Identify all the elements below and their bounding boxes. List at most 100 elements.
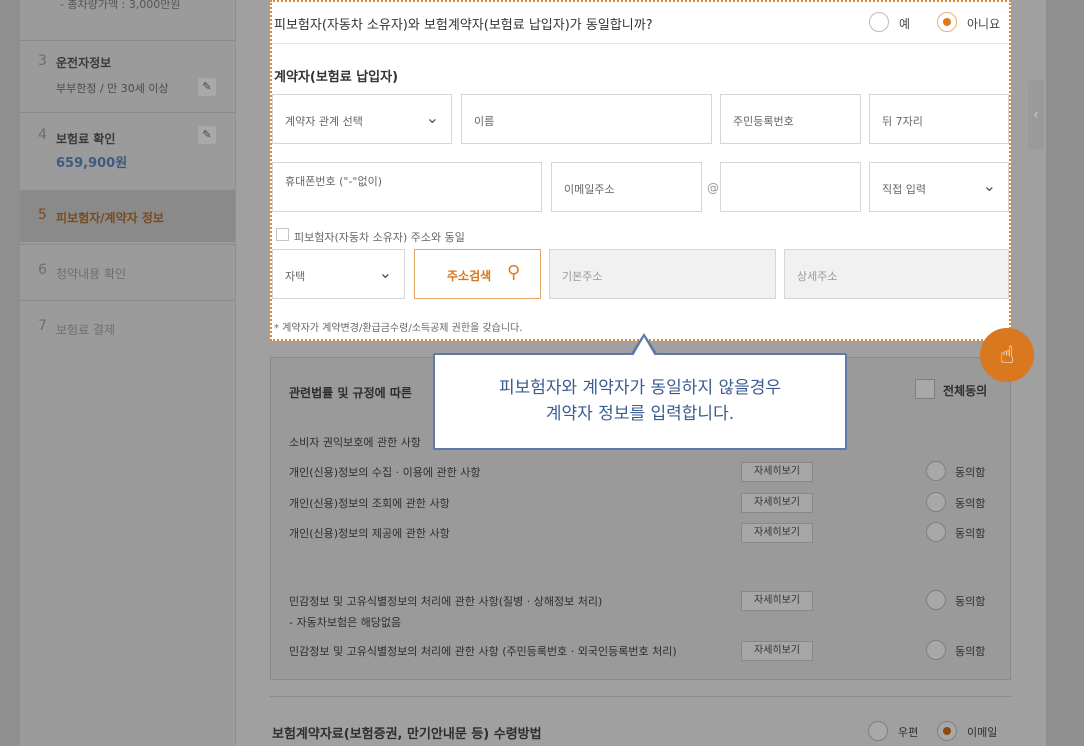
step-title: 보험료 확인 [56,132,116,146]
agree-radio[interactable] [926,461,946,481]
email-domain-select[interactable]: 직접 입력 ⌄ [869,162,1009,212]
agree-label: 동의함 [955,595,986,608]
mobile-input[interactable]: 휴대폰번호 ("-"없이) [272,162,542,212]
consent-item-text: 개인(신용)정보의 수집 · 이용에 관한 사항 [289,466,481,479]
email-domain-input[interactable] [720,162,861,212]
base-address-input[interactable]: 기본주소 [549,249,776,299]
step-title: 보험료 결제 [56,323,116,337]
name-input[interactable]: 이름 [461,94,712,144]
consent-item-text: 개인(신용)정보의 조회에 관한 사항 [289,497,450,510]
email-local-input[interactable]: 이메일주소 [551,162,702,212]
premium-amount: 659,900원 [56,156,128,171]
radio-no-label: 아니요 [967,17,1001,31]
consent-header: 관련법률 및 규정에 따른 [289,386,412,400]
step-title: 청약내용 확인 [56,267,127,281]
receipt-method-row: 보험계약자료(보험증권, 만기안내문 등) 수령방법 우편 이메일 [270,696,1011,746]
rrn-front-input[interactable]: 주민등록번호 [720,94,861,144]
divider [20,300,235,301]
step-premium-check[interactable]: 4 보험료 확인 659,900원 ✎ [20,124,235,184]
step-desc: 부부한정 / 만 30세 이상 [56,82,169,95]
detail-address-placeholder: 상세주소 [797,270,838,283]
rrn-back-input[interactable]: 뒤 7자리 [869,94,1009,144]
agree-radio[interactable] [926,590,946,610]
radio-mail[interactable] [868,721,888,741]
email-placeholder: 이메일주소 [564,183,615,196]
contractor-rights-note: * 계약자가 계약변경/환급금수령/소득공제 권한을 갖습니다. [274,323,523,334]
detail-view-button[interactable]: 자세히보기 [741,462,813,482]
step-number: 6 [38,262,47,278]
same-address-checkbox[interactable] [276,228,289,241]
receipt-method-title: 보험계약자료(보험증권, 만기안내문 등) 수령방법 [272,727,542,742]
step-driver-info[interactable]: 3 운전자정보 부부한정 / 만 30세 이상 ✎ [20,50,235,110]
consent-item-text: 개인(신용)정보의 제공에 관한 사항 [289,527,450,540]
divider [20,244,235,245]
step-number: 3 [38,53,47,69]
chevron-down-icon: ⌄ [378,263,392,282]
radio-email-label: 이메일 [967,726,998,739]
step-title: 운전자정보 [56,56,112,70]
agree-label: 동의함 [955,645,986,658]
detail-address-input[interactable]: 상세주소 [784,249,1009,299]
step-title: 피보험자/계약자 정보 [56,211,164,225]
tooltip-line-2: 계약자 정보를 입력합니다. [545,404,735,424]
consumer-rights-subheader: 소비자 권익보호에 관한 사항 [289,436,421,449]
same-person-question: 피보험자(자동차 소유자)와 보험계약자(보험료 납입자)가 동일합니까? [274,18,653,33]
radio-yes-label: 예 [899,17,911,31]
name-placeholder: 이름 [474,115,495,128]
chevron-down-icon: ⌄ [982,176,996,195]
tooltip-arrow-inner [633,337,655,356]
agree-label: 동의함 [955,466,986,479]
rrn-front-placeholder: 주민등록번호 [733,115,794,128]
step-payment[interactable]: 7 보험료 결제 [20,312,235,348]
divider [20,112,235,113]
agree-radio[interactable] [926,640,946,660]
same-person-question-row: 피보험자(자동차 소유자)와 보험계약자(보험료 납입자)가 동일합니까? 예 … [272,2,1009,44]
step-number: 4 [38,127,47,143]
tap-hand-icon[interactable]: ☝ [980,328,1034,382]
relation-select[interactable]: 계약자 관계 선택 ⌄ [272,94,452,144]
base-address-placeholder: 기본주소 [562,270,603,283]
steps-sidebar: - 총차량가액 : 3,000만원 3 운전자정보 부부한정 / 만 30세 이… [20,0,235,746]
consent-item-subtext: - 자동차보험은 해당없음 [289,616,402,629]
step-number: 7 [38,318,47,334]
page-scrollbar[interactable] [1046,0,1084,746]
address-type-text: 자택 [285,270,306,283]
agree-label: 동의함 [955,527,986,540]
radio-no[interactable] [937,12,957,32]
collapse-icon[interactable]: ‹ [1028,80,1044,150]
detail-view-button[interactable]: 자세히보기 [741,493,813,513]
agree-label: 동의함 [955,497,986,510]
divider [20,40,235,41]
agree-all-checkbox[interactable] [915,379,935,399]
consent-item-text: 민감정보 및 고유식별정보의 처리에 관한 사항(질병 · 상해정보 처리) [289,595,603,608]
contractor-form-panel: 피보험자(자동차 소유자)와 보험계약자(보험료 납입자)가 동일합니까? 예 … [270,0,1011,341]
at-sign: @ [707,181,719,195]
mobile-placeholder: 휴대폰번호 ("-"없이) [285,175,383,188]
detail-view-button[interactable]: 자세히보기 [741,591,813,611]
rrn-back-placeholder: 뒤 7자리 [882,115,923,128]
search-icon: ⚲ [507,262,521,283]
edit-pencil-icon[interactable]: ✎ [198,78,216,96]
step-number: 5 [38,207,47,223]
chevron-down-icon: ⌄ [425,108,439,127]
radio-mail-label: 우편 [898,726,919,739]
step-insured-contractor-info[interactable]: 5 피보험자/계약자 정보 [20,190,235,242]
contractor-section-title: 계약자(보험료 납입자) [274,70,399,85]
address-type-select[interactable]: 자택 ⌄ [272,249,405,299]
detail-view-button[interactable]: 자세히보기 [741,523,813,543]
tooltip-line-1: 피보험자와 계약자가 동일하지 않을경우 [498,378,782,398]
email-domain-select-text: 직접 입력 [882,183,926,196]
agree-all-label: 전체동의 [943,384,988,398]
guide-tooltip: 피보험자와 계약자가 동일하지 않을경우 계약자 정보를 입력합니다. [433,333,847,450]
agree-radio[interactable] [926,522,946,542]
radio-email[interactable] [937,721,957,741]
relation-select-text: 계약자 관계 선택 [285,115,363,128]
step-application-review[interactable]: 6 청약내용 확인 [20,256,235,292]
address-search-button[interactable]: 주소검색 ⚲ [414,249,541,299]
agree-radio[interactable] [926,492,946,512]
detail-view-button[interactable]: 자세히보기 [741,641,813,661]
address-search-label: 주소검색 [447,269,492,283]
edit-pencil-icon[interactable]: ✎ [198,126,216,144]
radio-yes[interactable] [869,12,889,32]
consent-item-text: 민감정보 및 고유식별정보의 처리에 관한 사항 (주민등록번호 · 외국인등록… [289,645,677,658]
